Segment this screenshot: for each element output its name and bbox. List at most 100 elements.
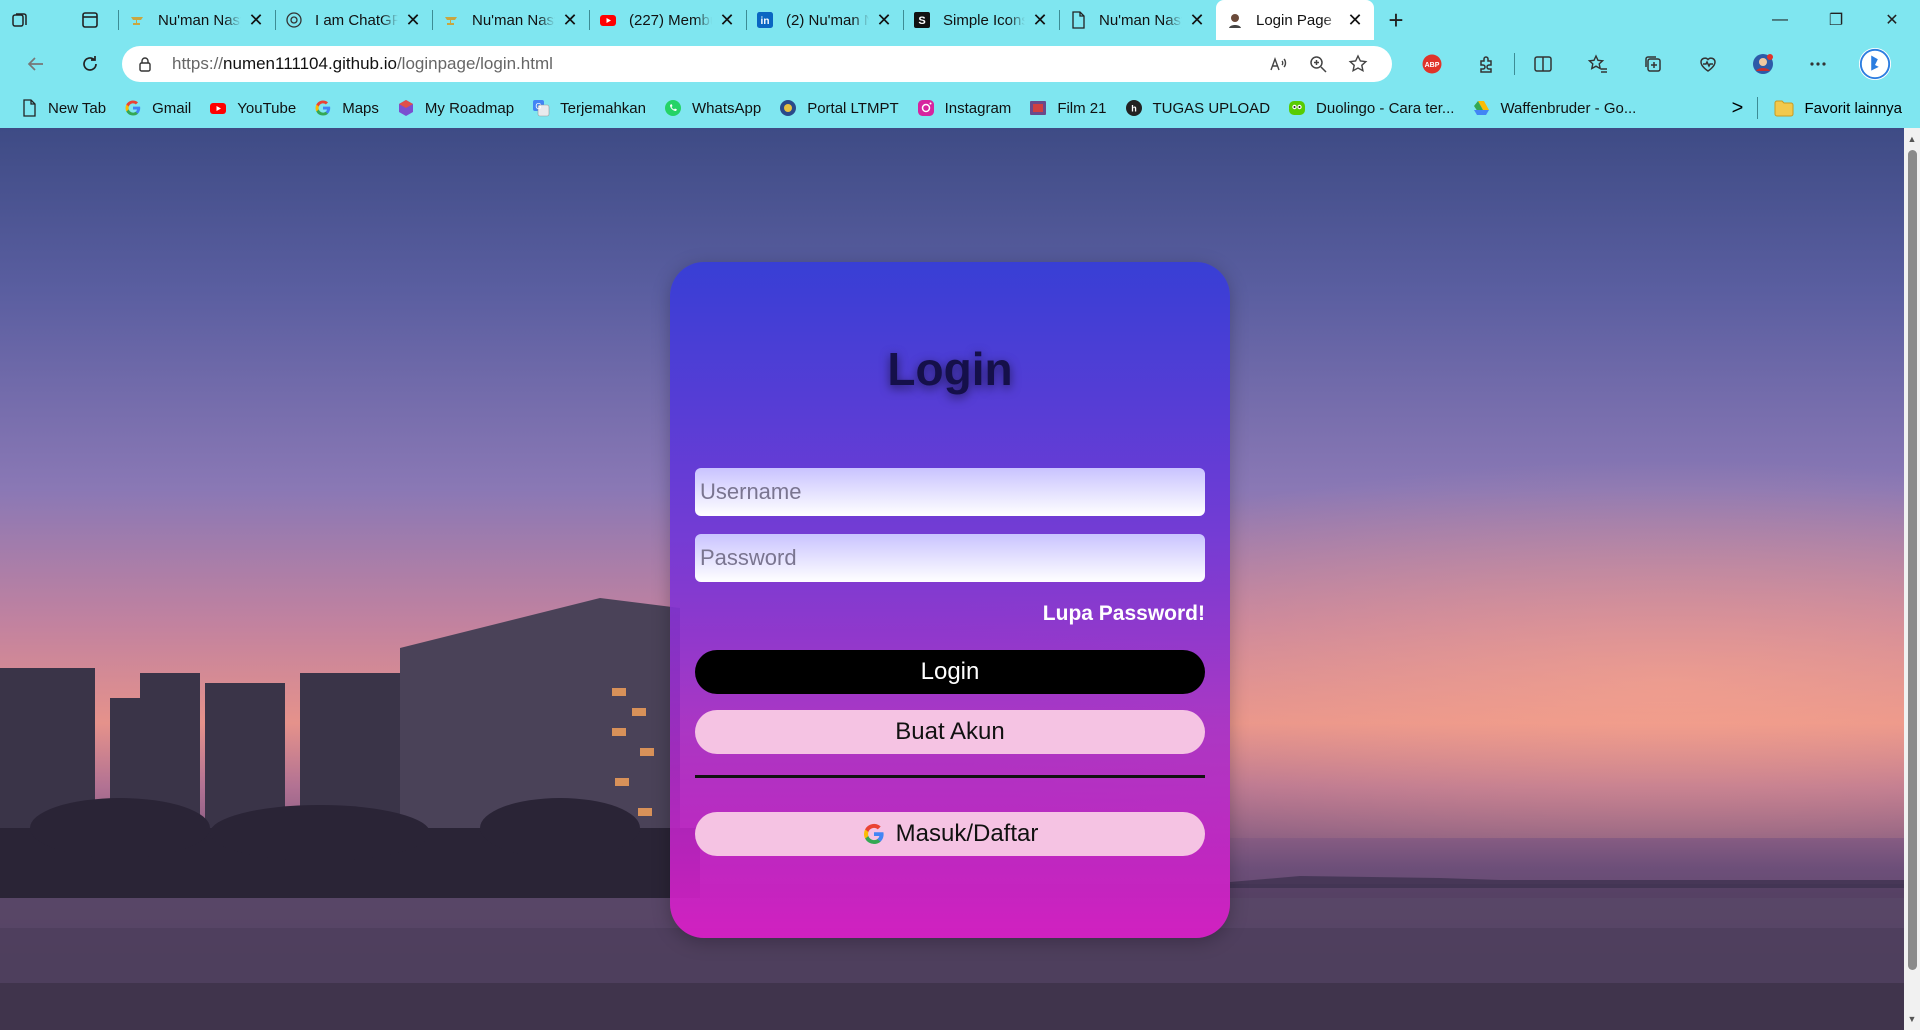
browser-essentials-icon[interactable] <box>1680 44 1735 84</box>
bookmark-label: WhatsApp <box>692 99 762 117</box>
chatgpt-icon <box>285 11 303 29</box>
google-icon <box>124 99 142 117</box>
other-favorites-folder[interactable]: Favorit lainnya <box>1757 97 1920 119</box>
url-path: /loginpage/login.html <box>396 54 553 73</box>
profile-avatar-icon[interactable] <box>1735 44 1790 84</box>
create-account-button[interactable]: Buat Akun <box>695 710 1205 754</box>
google-icon <box>314 99 332 117</box>
bookmark-label: New Tab <box>48 99 107 117</box>
scroll-down-arrow[interactable]: ▼ <box>1907 1014 1917 1024</box>
username-input[interactable] <box>695 468 1205 516</box>
tab-actions-icon[interactable] <box>70 0 110 40</box>
tab-5[interactable]: in (2) Nu'man Nasy ✕ <box>746 0 903 40</box>
password-input[interactable] <box>695 534 1205 582</box>
tab-close-icon[interactable]: ✕ <box>561 10 579 30</box>
svg-text:ABP: ABP <box>1424 62 1439 69</box>
url-text[interactable]: https://numen111104.github.io/loginpage/… <box>172 54 1258 74</box>
tab-title: Nu'man Nasyar M <box>1099 11 1182 29</box>
address-bar[interactable]: https://numen111104.github.io/loginpage/… <box>122 46 1392 82</box>
bookmark-terjemahkan[interactable]: G Terjemahkan <box>524 92 656 124</box>
zoom-icon[interactable] <box>1298 54 1338 74</box>
tab-8[interactable]: Login Page ✕ <box>1216 0 1374 40</box>
bing-chat-icon[interactable] <box>1845 44 1905 84</box>
bookmark-label: Instagram <box>944 99 1012 117</box>
collections-icon[interactable] <box>1625 44 1680 84</box>
tab-close-icon[interactable]: ✕ <box>718 10 736 30</box>
tab-2[interactable]: I am ChatGPT, a ✕ <box>275 0 432 40</box>
document-icon <box>1069 11 1087 29</box>
adblock-icon[interactable]: ABP <box>1404 44 1459 84</box>
url-host: numen111104.github.io <box>223 54 397 73</box>
tab-close-icon[interactable]: ✕ <box>247 10 265 30</box>
new-tab-button[interactable]: + <box>1374 0 1418 40</box>
bookmark-youtube[interactable]: YouTube <box>201 92 306 124</box>
bookmark-maps[interactable]: Maps <box>306 92 389 124</box>
roadmap-icon <box>397 99 415 117</box>
tab-close-icon[interactable]: ✕ <box>1031 10 1049 30</box>
svg-text:h: h <box>1131 104 1137 114</box>
google-signin-button[interactable]: Masuk/Daftar <box>695 812 1205 856</box>
login-card: Login Lupa Password! Login Buat Akun Mas… <box>670 262 1230 938</box>
duolingo-icon <box>1288 99 1306 117</box>
refresh-button[interactable] <box>68 44 112 84</box>
bookmark-my-roadmap[interactable]: My Roadmap <box>389 92 524 124</box>
simple-icons-icon: S <box>913 11 931 29</box>
translate-icon: G <box>532 99 550 117</box>
scrollbar-thumb[interactable] <box>1908 150 1917 970</box>
bookmark-new-tab[interactable]: New Tab <box>12 92 116 124</box>
bookmark-label: YouTube <box>237 99 297 117</box>
read-aloud-icon[interactable] <box>1258 54 1298 74</box>
bookmarks-overflow-button[interactable]: > <box>1717 97 1757 120</box>
folder-icon <box>1774 99 1794 117</box>
bookmark-instagram[interactable]: Instagram <box>909 92 1022 124</box>
favorite-star-icon[interactable] <box>1338 54 1378 74</box>
tab-close-icon[interactable]: ✕ <box>1346 10 1364 30</box>
anvil-icon <box>442 11 460 29</box>
youtube-icon <box>599 11 617 29</box>
settings-more-icon[interactable] <box>1790 44 1845 84</box>
bookmark-film-21[interactable]: Film 21 <box>1021 92 1116 124</box>
tab-7[interactable]: Nu'man Nasyar M ✕ <box>1059 0 1216 40</box>
extensions-icon[interactable] <box>1459 44 1514 84</box>
split-screen-icon[interactable] <box>1515 44 1570 84</box>
bookmark-label: Maps <box>342 99 379 117</box>
lock-icon[interactable] <box>136 55 154 73</box>
url-scheme: https:// <box>172 54 224 73</box>
page-viewport: ▲ ▼ Login Lupa Password! Login Buat Akun… <box>0 128 1920 1030</box>
tab-4[interactable]: (227) Membuat W ✕ <box>589 0 746 40</box>
login-button[interactable]: Login <box>695 650 1205 694</box>
favorites-icon[interactable] <box>1570 44 1625 84</box>
forgot-password-link[interactable]: Lupa Password! <box>1043 602 1205 626</box>
google-button-label: Masuk/Daftar <box>895 820 1039 847</box>
page-scrollbar[interactable]: ▲ ▼ <box>1904 128 1920 1030</box>
instagram-icon <box>917 99 935 117</box>
tab-6[interactable]: S Simple Icons ✕ <box>903 0 1059 40</box>
tab-title: Nu'man Nasyar M <box>158 11 241 29</box>
bookmark-tugas-upload[interactable]: h TUGAS UPLOAD <box>1117 92 1281 124</box>
restore-button[interactable]: ❐ <box>1808 0 1864 40</box>
bookmark-label: Waffenbruder - Go... <box>1500 99 1637 117</box>
bookmark-portal-ltmpt[interactable]: Portal LTMPT <box>771 92 908 124</box>
svg-text:S: S <box>918 15 925 27</box>
workspaces-icon[interactable] <box>0 0 40 40</box>
upload-icon: h <box>1125 99 1143 117</box>
minimize-button[interactable]: — <box>1752 0 1808 40</box>
bookmark-label: TUGAS UPLOAD <box>1152 99 1271 117</box>
divider <box>695 775 1205 778</box>
tab-close-icon[interactable]: ✕ <box>875 10 893 30</box>
tab-title: Nu'man Nasyar M <box>472 11 555 29</box>
bookmark-whatsapp[interactable]: WhatsApp <box>656 92 771 124</box>
scroll-up-arrow[interactable]: ▲ <box>1907 134 1917 144</box>
bookmark-gmail[interactable]: Gmail <box>116 92 201 124</box>
tab-1[interactable]: Nu'man Nasyar M ✕ <box>118 0 275 40</box>
tab-3[interactable]: Nu'man Nasyar M ✕ <box>432 0 589 40</box>
bookmark-waffenbruder-go[interactable]: Waffenbruder - Go... <box>1464 92 1646 124</box>
bookmark-duolingo-cara-ter[interactable]: Duolingo - Cara ter... <box>1280 92 1464 124</box>
tab-close-icon[interactable]: ✕ <box>404 10 422 30</box>
anvil-icon <box>128 11 146 29</box>
close-window-button[interactable]: ✕ <box>1864 0 1920 40</box>
youtube-icon <box>209 99 227 117</box>
back-button[interactable] <box>14 44 58 84</box>
svg-text:G: G <box>535 102 541 111</box>
tab-close-icon[interactable]: ✕ <box>1188 10 1206 30</box>
